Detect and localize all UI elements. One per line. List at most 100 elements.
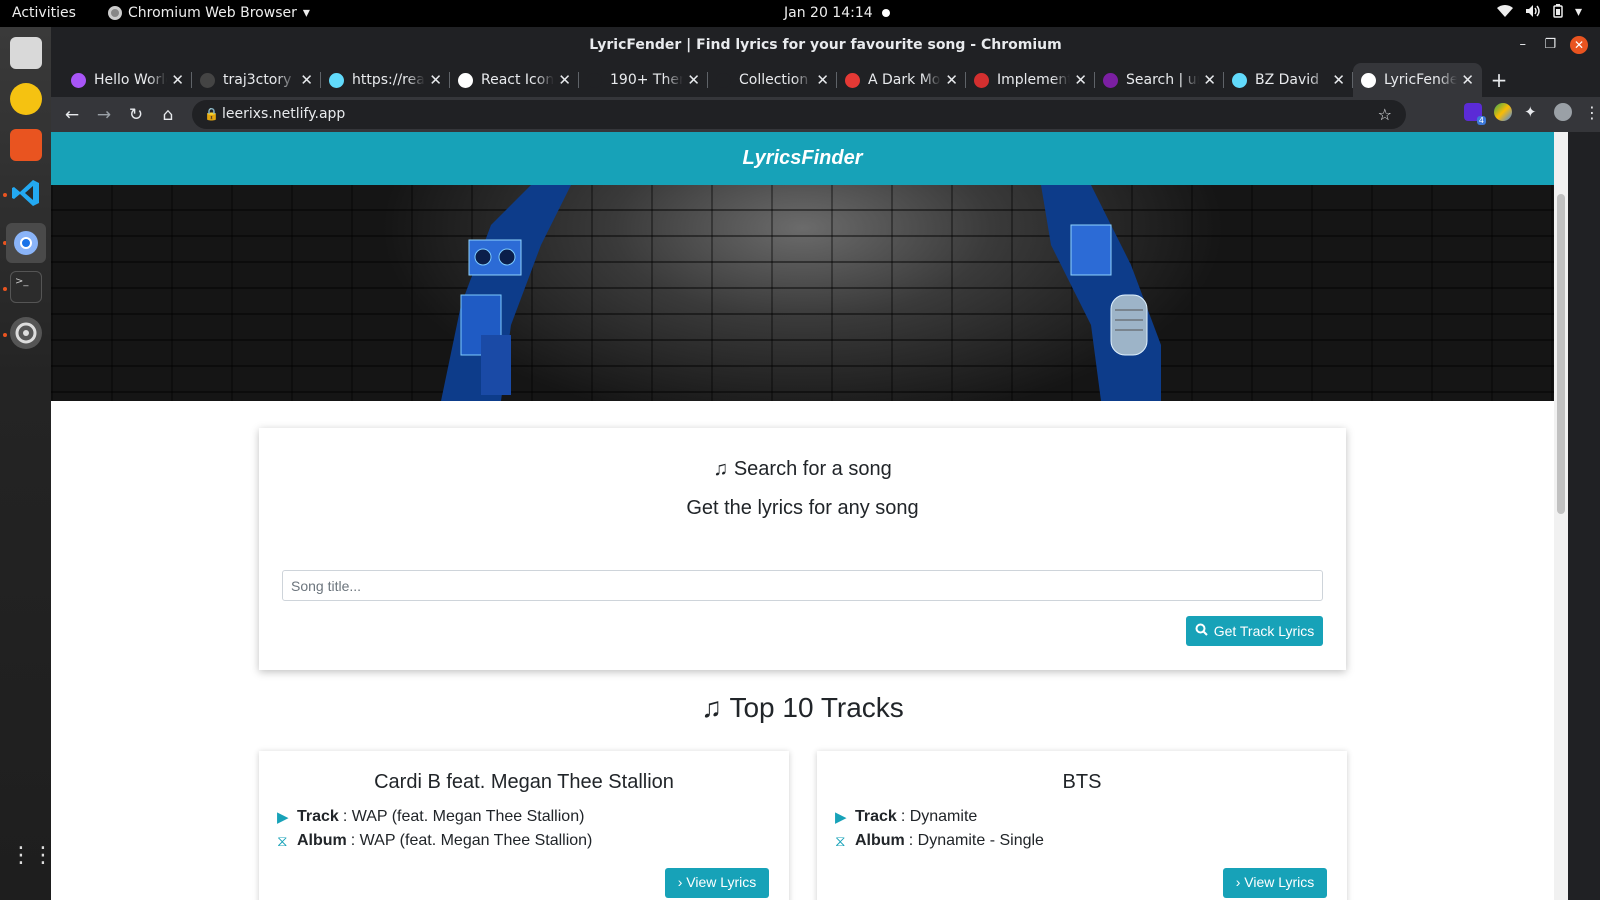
battery-icon: [1553, 4, 1563, 22]
show-apps-icon[interactable]: ⋮⋮: [10, 843, 54, 875]
search-card: ♫ Search for a song Get the lyrics for a…: [259, 428, 1346, 670]
page-scrollbar[interactable]: [1554, 132, 1568, 900]
get-track-lyrics-button[interactable]: Get Track Lyrics: [1186, 616, 1323, 646]
tab[interactable]: traj3ctory ✕: [192, 63, 321, 97]
clock[interactable]: Jan 20 14:14: [784, 5, 873, 21]
track-line: ▶ Track: WAP (feat. Megan Thee Stallion): [277, 808, 789, 826]
extensions-area: 4 ✦ ⋮: [1464, 103, 1600, 125]
files-icon[interactable]: [10, 37, 42, 69]
top-tracks-heading-text: Top 10 Tracks: [729, 692, 904, 723]
minimize-icon[interactable]: –: [1520, 27, 1527, 63]
tab[interactable]: Collection ✕: [708, 63, 837, 97]
software-center-icon[interactable]: [10, 129, 42, 161]
close-window-icon[interactable]: ✕: [1570, 36, 1588, 54]
tab[interactable]: Implementing✕: [966, 63, 1095, 97]
tab-title: Hello World: [94, 72, 168, 88]
tab[interactable]: Hello World ✕: [63, 63, 192, 97]
search-title: ♫ Search for a song: [259, 458, 1346, 481]
tab-list: Hello World✕traj3ctory✕https://react✕Rea…: [63, 63, 1482, 97]
profile-avatar[interactable]: [1554, 103, 1572, 121]
track-name: : WAP (feat. Megan Thee Stallion): [342, 808, 585, 825]
search-subtitle: Get the lyrics for any song: [686, 497, 919, 519]
chromium-dock-icon[interactable]: [6, 223, 46, 263]
reload-icon[interactable]: ↻: [120, 105, 152, 125]
app-menu-label: Chromium Web Browser: [128, 5, 297, 21]
close-tab-icon[interactable]: ✕: [816, 71, 829, 89]
tab[interactable]: 190+ Themes✕: [579, 63, 708, 97]
tab[interactable]: Search | uni✕: [1095, 63, 1224, 97]
home-icon[interactable]: ⌂: [152, 105, 184, 125]
rhythmbox-icon[interactable]: [10, 83, 42, 115]
close-tab-icon[interactable]: ✕: [558, 71, 571, 89]
window-titlebar: LyricFender | Find lyrics for your favou…: [51, 27, 1600, 63]
album-icon: ⧖: [277, 832, 288, 850]
close-tab-icon[interactable]: ✕: [1203, 71, 1216, 89]
app-menu[interactable]: Chromium Web Browser ▾: [108, 5, 310, 21]
tab-favicon-icon: [716, 72, 731, 88]
terminal-icon[interactable]: >_: [10, 271, 42, 303]
view-lyrics-button[interactable]: › View Lyrics: [665, 868, 769, 898]
lock-icon[interactable]: 🔒: [204, 100, 219, 129]
close-tab-icon[interactable]: ✕: [687, 71, 700, 89]
close-tab-icon[interactable]: ✕: [429, 71, 442, 89]
back-icon[interactable]: ←: [56, 105, 88, 125]
browser-window: LyricFender | Find lyrics for your favou…: [51, 27, 1600, 900]
tab-favicon-icon: [1361, 72, 1376, 88]
track-line: ▶ Track: Dynamite: [835, 808, 1347, 826]
bookmark-star-icon[interactable]: ☆: [1378, 100, 1392, 129]
close-tab-icon[interactable]: ✕: [1332, 71, 1345, 89]
tab-favicon-icon: [458, 72, 473, 88]
track-label: Track: [855, 808, 897, 825]
tab-title: https://react: [352, 72, 425, 88]
tab-favicon-icon: [1103, 72, 1118, 88]
tab-strip: Hello World✕traj3ctory✕https://react✕Rea…: [51, 63, 1600, 97]
forward-icon[interactable]: →: [88, 105, 120, 125]
tab[interactable]: A Dark Mode✕: [837, 63, 966, 97]
track-artist: Cardi B feat. Megan Thee Stallion: [374, 771, 674, 793]
tab-title: traj3ctory: [223, 72, 292, 88]
puzzle-icon[interactable]: ✦: [1524, 103, 1542, 121]
recording-indicator-icon: [882, 9, 890, 17]
system-tray[interactable]: ▾: [1496, 4, 1582, 22]
tab-favicon-icon: [329, 72, 344, 88]
song-title-input[interactable]: [282, 570, 1323, 601]
tab-title: React Icons: [481, 72, 555, 88]
tab[interactable]: LyricFender ✕: [1353, 63, 1482, 97]
kebab-menu-icon[interactable]: ⋮: [1584, 103, 1600, 122]
window-title: LyricFender | Find lyrics for your favou…: [589, 37, 1062, 53]
close-tab-icon[interactable]: ✕: [1461, 71, 1474, 89]
tab[interactable]: https://react✕: [321, 63, 450, 97]
activities-button[interactable]: Activities: [12, 5, 76, 21]
scrollbar-thumb[interactable]: [1557, 194, 1565, 514]
play-icon: ▶: [277, 809, 289, 826]
maximize-icon[interactable]: ❐: [1544, 27, 1556, 63]
close-tab-icon[interactable]: ✕: [171, 71, 184, 89]
site-brand[interactable]: LyricsFinder: [742, 147, 862, 169]
close-tab-icon[interactable]: ✕: [945, 71, 958, 89]
tab[interactable]: BZ David ✕: [1224, 63, 1353, 97]
hero-banner: [51, 185, 1554, 401]
wifi-icon: [1496, 4, 1513, 22]
settings-icon[interactable]: [10, 317, 42, 349]
chevron-down-icon: ▾: [302, 5, 310, 21]
extension-icon[interactable]: 4: [1464, 103, 1486, 125]
album-line: ⧖ Album: Dynamite - Single: [835, 832, 1347, 850]
close-tab-icon[interactable]: ✕: [300, 71, 313, 89]
color-picker-extension-icon[interactable]: [1494, 103, 1512, 121]
view-lyrics-button[interactable]: › View Lyrics: [1223, 868, 1327, 898]
track-card: BTS ▶ Track: Dynamite ⧖ Album: Dynamite - …: [817, 751, 1347, 900]
play-icon: ▶: [835, 809, 847, 826]
track-label: Track: [297, 808, 339, 825]
top-tracks-heading: ♫ Top 10 Tracks: [51, 692, 1554, 724]
close-tab-icon[interactable]: ✕: [1074, 71, 1087, 89]
album-name: : WAP (feat. Megan Thee Stallion): [350, 832, 593, 849]
running-indicator: [3, 193, 7, 197]
address-bar[interactable]: 🔒 leerixs.netlify.app ☆: [192, 100, 1406, 129]
chevron-right-icon: ›: [1235, 874, 1241, 890]
vscode-icon[interactable]: [10, 177, 42, 209]
tab-favicon-icon: [845, 72, 860, 88]
tab[interactable]: React Icons ✕: [450, 63, 579, 97]
chevron-right-icon: ›: [677, 874, 683, 890]
dock: >_ ⋮⋮: [0, 27, 54, 900]
new-tab-button[interactable]: +: [1482, 63, 1516, 97]
